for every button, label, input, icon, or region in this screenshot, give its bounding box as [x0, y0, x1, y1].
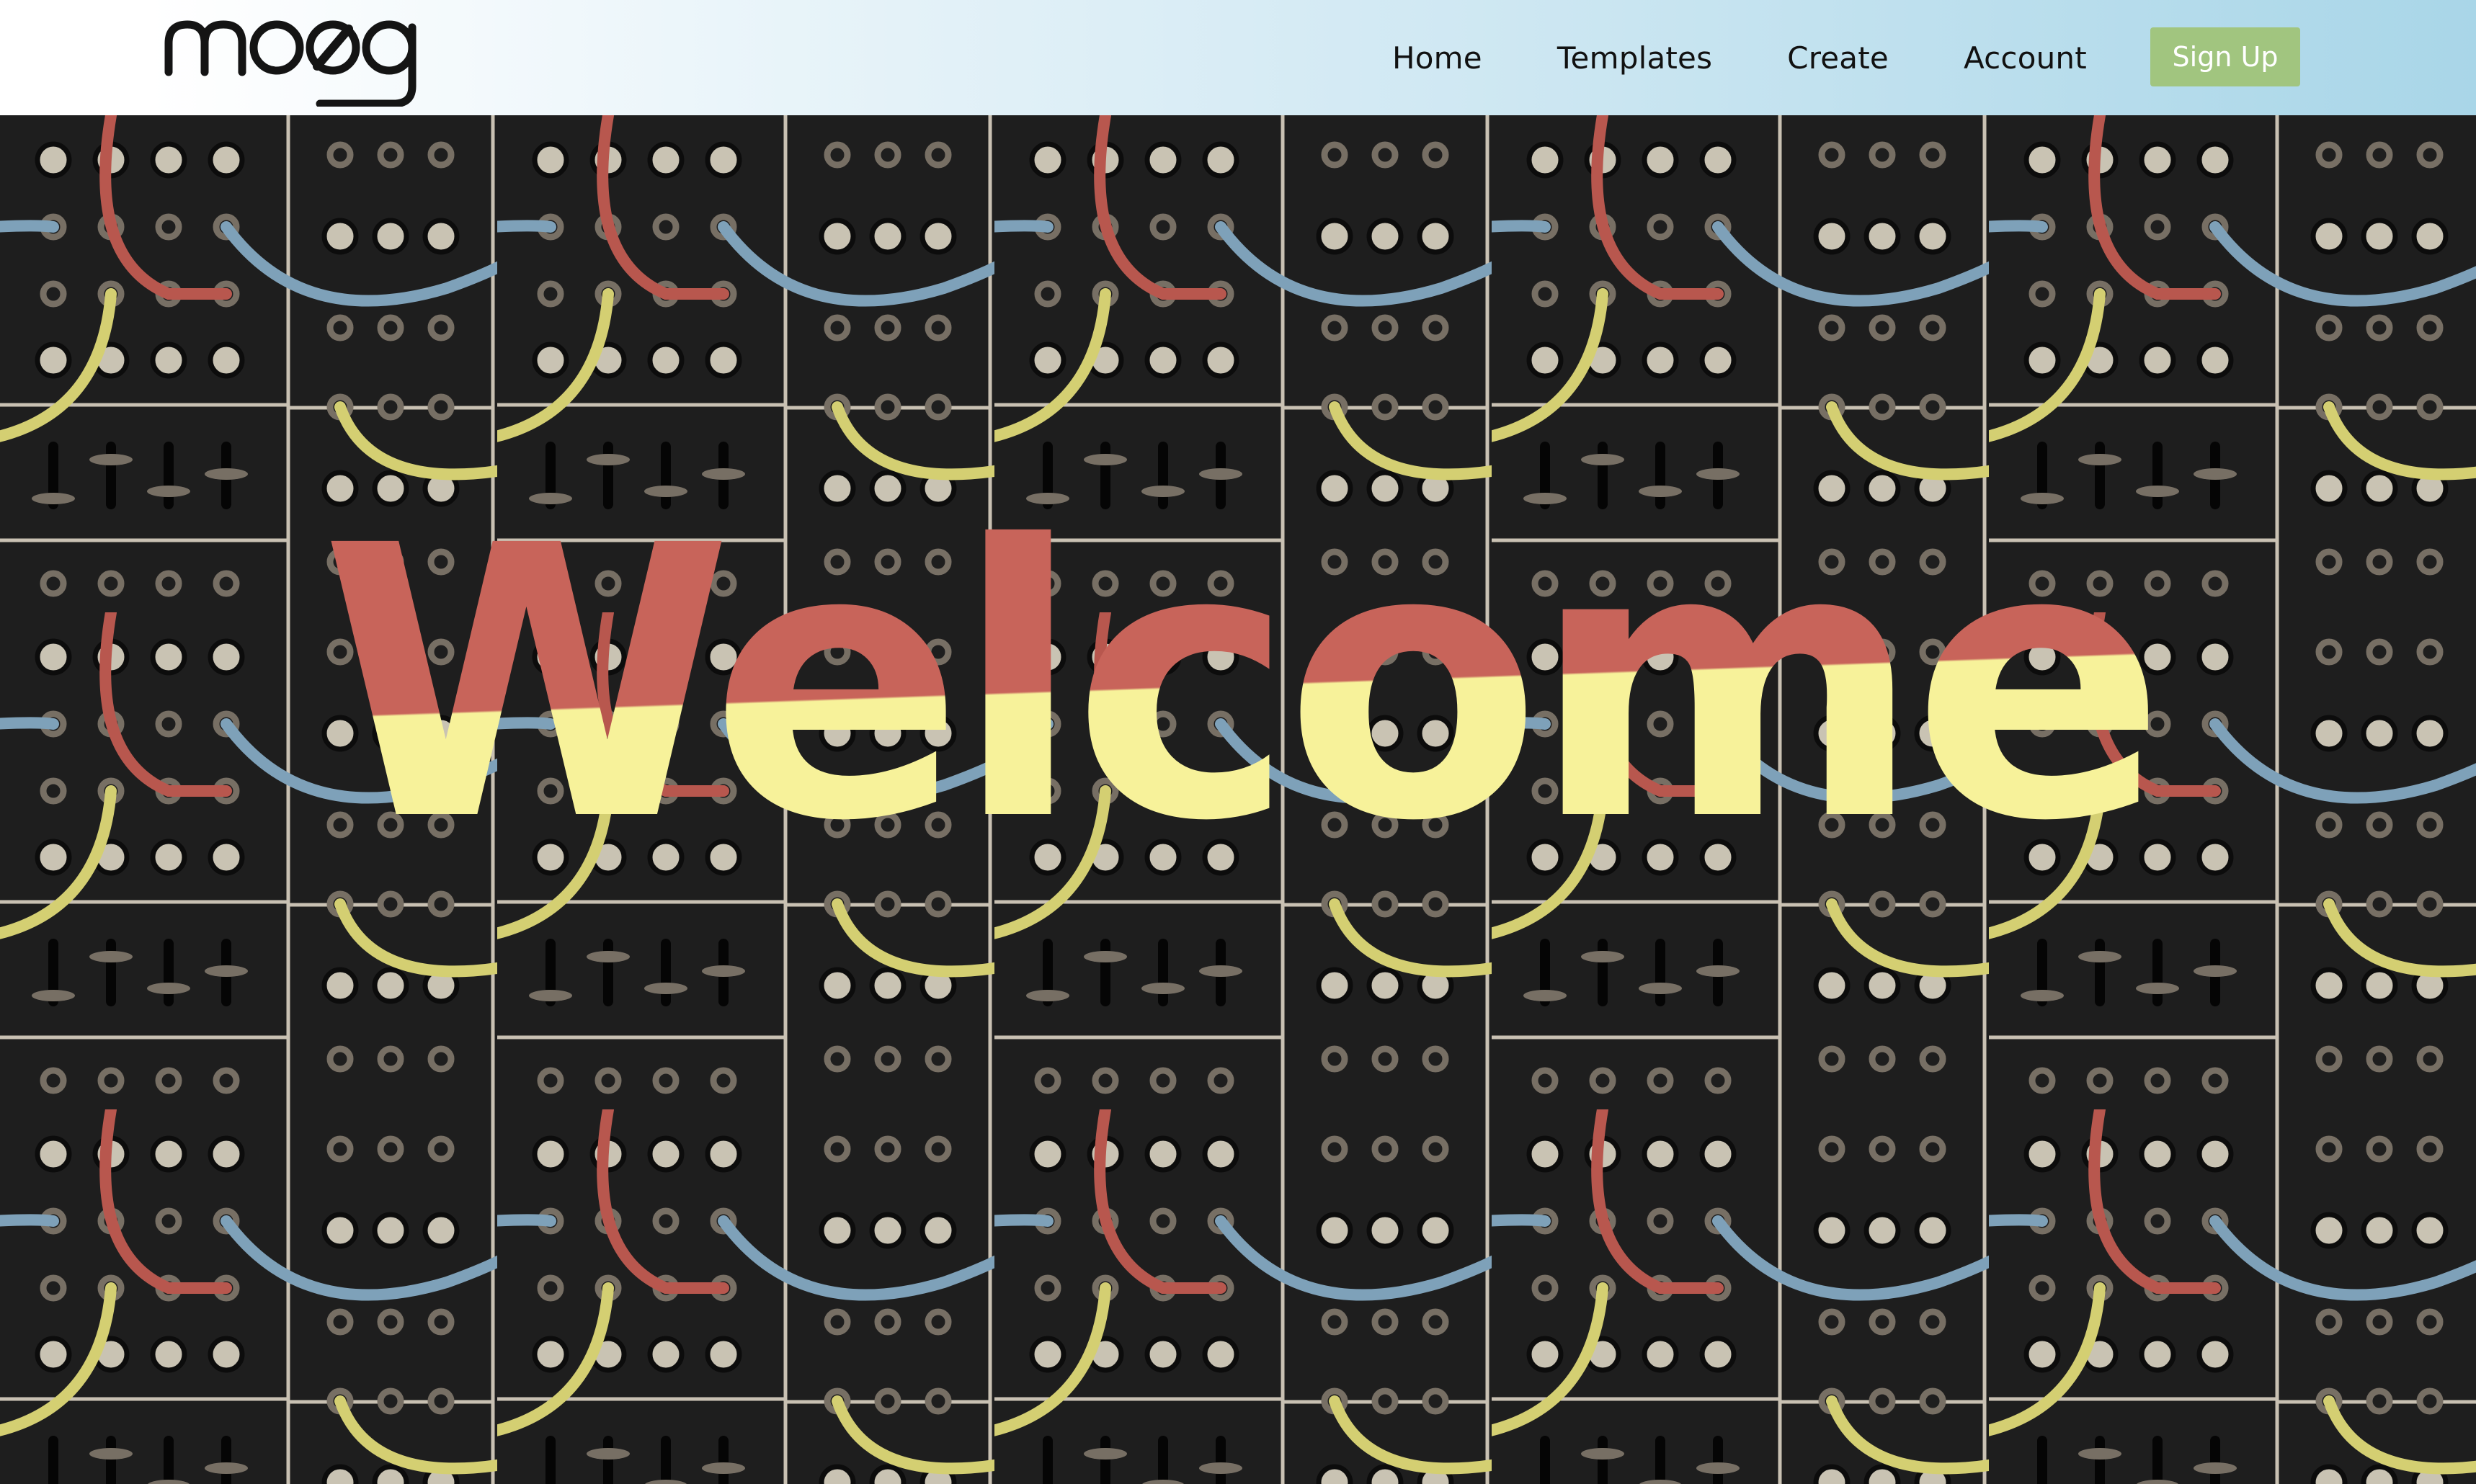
nav-account-link[interactable]: Account: [1964, 40, 2087, 76]
welcome-heading: Welcome: [320, 466, 2166, 903]
sign-up-button[interactable]: Sign Up: [2150, 27, 2300, 86]
main-nav: Home Templates Create Account: [1355, 0, 2476, 115]
moog-logo[interactable]: [160, 6, 477, 107]
page: Home Templates Create Account Sign Up We…: [0, 0, 2476, 1484]
hero-section: Welcome: [0, 115, 2476, 1484]
site-header: Home Templates Create Account Sign Up: [0, 0, 2476, 115]
nav-templates-link[interactable]: Templates: [1557, 40, 1712, 76]
welcome-heading-container: Welcome: [0, 497, 2476, 872]
nav-create-link[interactable]: Create: [1787, 40, 1889, 76]
nav-home-link[interactable]: Home: [1392, 40, 1482, 76]
